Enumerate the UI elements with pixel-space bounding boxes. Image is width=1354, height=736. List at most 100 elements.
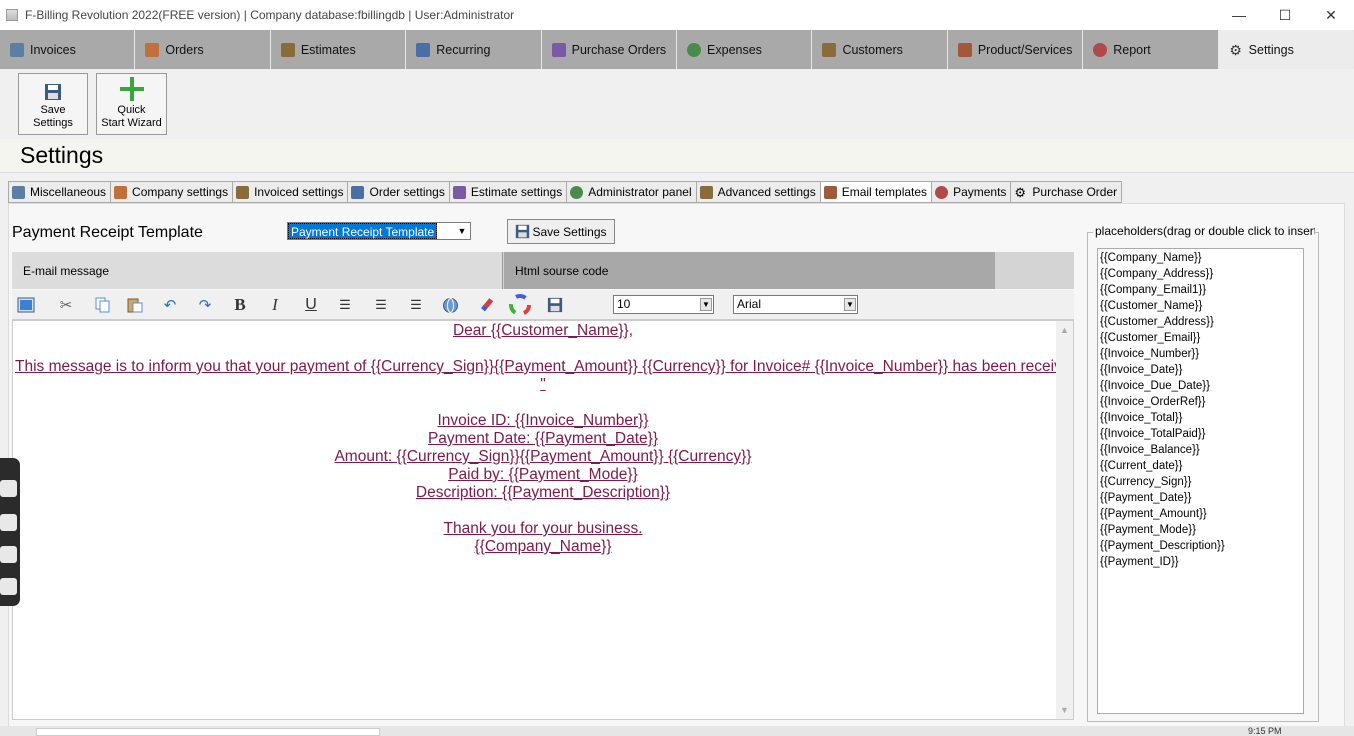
subtab-label: Company settings [132,185,229,199]
estimate-settings-icon [452,185,466,199]
subtab-order-settings[interactable]: Order settings [347,181,449,203]
quick-start-label: Quick Start Wizard [101,104,162,129]
font-name-select[interactable]: Arial ▼ [733,295,858,314]
placeholders-title: placeholders(drag or double click to ins… [1093,224,1315,238]
placeholder-item[interactable]: {{Currency_Sign}} [1100,474,1301,490]
placeholder-item[interactable]: {{Customer_Email}} [1100,330,1301,346]
placeholders-list[interactable]: {{Company_Name}} {{Company_Address}} {{C… [1097,248,1304,714]
save-floppy-icon[interactable] [543,294,567,316]
quick-start-wizard-button[interactable]: Quick Start Wizard [96,73,167,135]
placeholder-item[interactable]: {{Invoice_Date}} [1100,362,1301,378]
dropdown-arrow-icon[interactable]: ▼ [844,298,856,311]
align-left-icon[interactable]: ☰ [333,294,357,316]
redo-icon[interactable]: ↷ [193,294,217,316]
subtab-invoiced-settings[interactable]: Invoiced settings [232,181,348,203]
subtab-advanced-settings[interactable]: Advanced settings [695,181,820,203]
tab-label: Report [1113,42,1151,57]
bold-icon[interactable]: B [228,294,252,316]
save-settings-button[interactable]: Save Settings [507,219,615,244]
placeholder-item[interactable]: {{Payment_Description}} [1100,538,1301,554]
link-globe-icon[interactable] [438,294,462,316]
dropdown-arrow-icon[interactable]: ▼ [700,298,712,311]
scroll-up-icon[interactable]: ▲ [1060,325,1069,335]
view-toggle-icon[interactable] [14,294,38,316]
tab-purchase-orders[interactable]: Purchase Orders [542,30,678,69]
estimates-icon [280,42,295,57]
taskbar-search[interactable] [36,728,380,736]
subtab-company-settings[interactable]: Company settings [110,181,233,203]
tab-report[interactable]: Report [1083,30,1219,69]
placeholder-item[interactable]: {{Invoice_Due_Date}} [1100,378,1301,394]
page-title-bar: Settings [0,139,1354,173]
placeholder-item[interactable]: {{Invoice_Number}} [1100,346,1301,362]
product-services-icon [957,42,972,57]
video-camera-icon[interactable] [0,514,17,531]
placeholder-item[interactable]: {{Current_date}} [1100,458,1301,474]
minimize-button[interactable]: — [1216,0,1262,30]
recurring-icon [416,42,431,57]
tab-label: Invoices [30,42,76,57]
placeholder-item[interactable]: {{Company_Name}} [1100,250,1301,266]
placeholder-item[interactable]: {{Invoice_Total}} [1100,410,1301,426]
placeholder-item[interactable]: {{Customer_Name}} [1100,298,1301,314]
gear-icon[interactable] [0,578,17,595]
copy-icon[interactable] [91,294,115,316]
align-right-icon[interactable]: ☰ [369,294,393,316]
font-size-select[interactable]: 10 ▼ [613,295,714,314]
subtab-label: Administrator panel [588,185,692,199]
floppy-disk-icon [45,84,61,100]
email-body-editor[interactable]: Dear {{Customer_Name}}, This message is … [12,320,1074,720]
subtab-estimate-settings[interactable]: Estimate settings [448,181,567,203]
floating-capture-toolbar [0,458,20,606]
tab-product-services[interactable]: Product/Services [948,30,1084,69]
tab-settings[interactable]: ⚙ Settings [1218,30,1354,69]
window-controls: — ☐ ✕ [1216,0,1354,30]
underline-icon[interactable]: U [299,294,323,316]
subtab-payments[interactable]: Payments [931,181,1011,203]
placeholder-item[interactable]: {{Customer_Address}} [1100,314,1301,330]
template-select[interactable]: Payment Receipt Template ▼ [287,222,471,240]
dropdown-arrow-icon[interactable]: ▼ [455,224,469,238]
tab-expenses[interactable]: Expenses [677,30,813,69]
advanced-settings-icon [699,185,713,199]
tab-orders[interactable]: Orders [135,30,271,69]
save-settings-ribbon-button[interactable]: Save Settings [18,73,88,135]
undo-icon[interactable]: ↶ [158,294,182,316]
tab-html-source-code[interactable]: Html sourse code [504,252,995,289]
floppy-disk-icon [516,224,530,239]
image-icon[interactable] [0,546,17,563]
maximize-button[interactable]: ☐ [1262,0,1308,30]
subtab-purchase-order[interactable]: ⚙ Purchase Order [1010,181,1123,203]
subtab-administrator-panel[interactable]: Administrator panel [566,181,696,203]
admin-panel-icon [570,185,584,199]
placeholder-item[interactable]: {{Invoice_Balance}} [1100,442,1301,458]
placeholder-item[interactable]: {{Payment_ID}} [1100,554,1301,570]
placeholder-item[interactable]: {{Invoice_OrderRef}} [1100,394,1301,410]
placeholder-item[interactable]: {{Payment_Amount}} [1100,506,1301,522]
italic-icon[interactable]: I [263,294,287,316]
tab-customers[interactable]: Customers [812,30,948,69]
placeholder-item[interactable]: {{Payment_Mode}} [1100,522,1301,538]
close-button[interactable]: ✕ [1308,0,1354,30]
page-title: Settings [20,142,104,168]
placeholder-item[interactable]: {{Invoice_TotalPaid}} [1100,426,1301,442]
tab-label: Product/Services [977,42,1073,57]
tab-estimates[interactable]: Estimates [271,30,407,69]
tab-recurring[interactable]: Recurring [406,30,542,69]
align-center-icon[interactable]: ☰ [404,294,428,316]
placeholder-item[interactable]: {{Company_Address}} [1100,266,1301,282]
camera-icon[interactable] [0,480,17,497]
tab-email-message[interactable]: E-mail message [12,252,503,289]
paste-icon[interactable] [123,294,147,316]
highlighter-icon[interactable] [474,294,498,316]
subtab-email-templates[interactable]: Email templates [819,181,932,203]
tab-invoices[interactable]: Invoices [0,30,136,69]
placeholder-item[interactable]: {{Company_Email1}} [1100,282,1301,298]
editor-scrollbar[interactable]: ▲ ▼ [1056,321,1073,719]
placeholder-item[interactable]: {{Payment_Date}} [1100,490,1301,506]
subtab-miscellaneous[interactable]: Miscellaneous [8,181,111,203]
cut-icon[interactable]: ✂ [54,294,78,316]
tab-label: Purchase Orders [571,42,667,57]
color-wheel-icon[interactable] [508,294,532,316]
scroll-down-icon[interactable]: ▼ [1060,705,1069,715]
